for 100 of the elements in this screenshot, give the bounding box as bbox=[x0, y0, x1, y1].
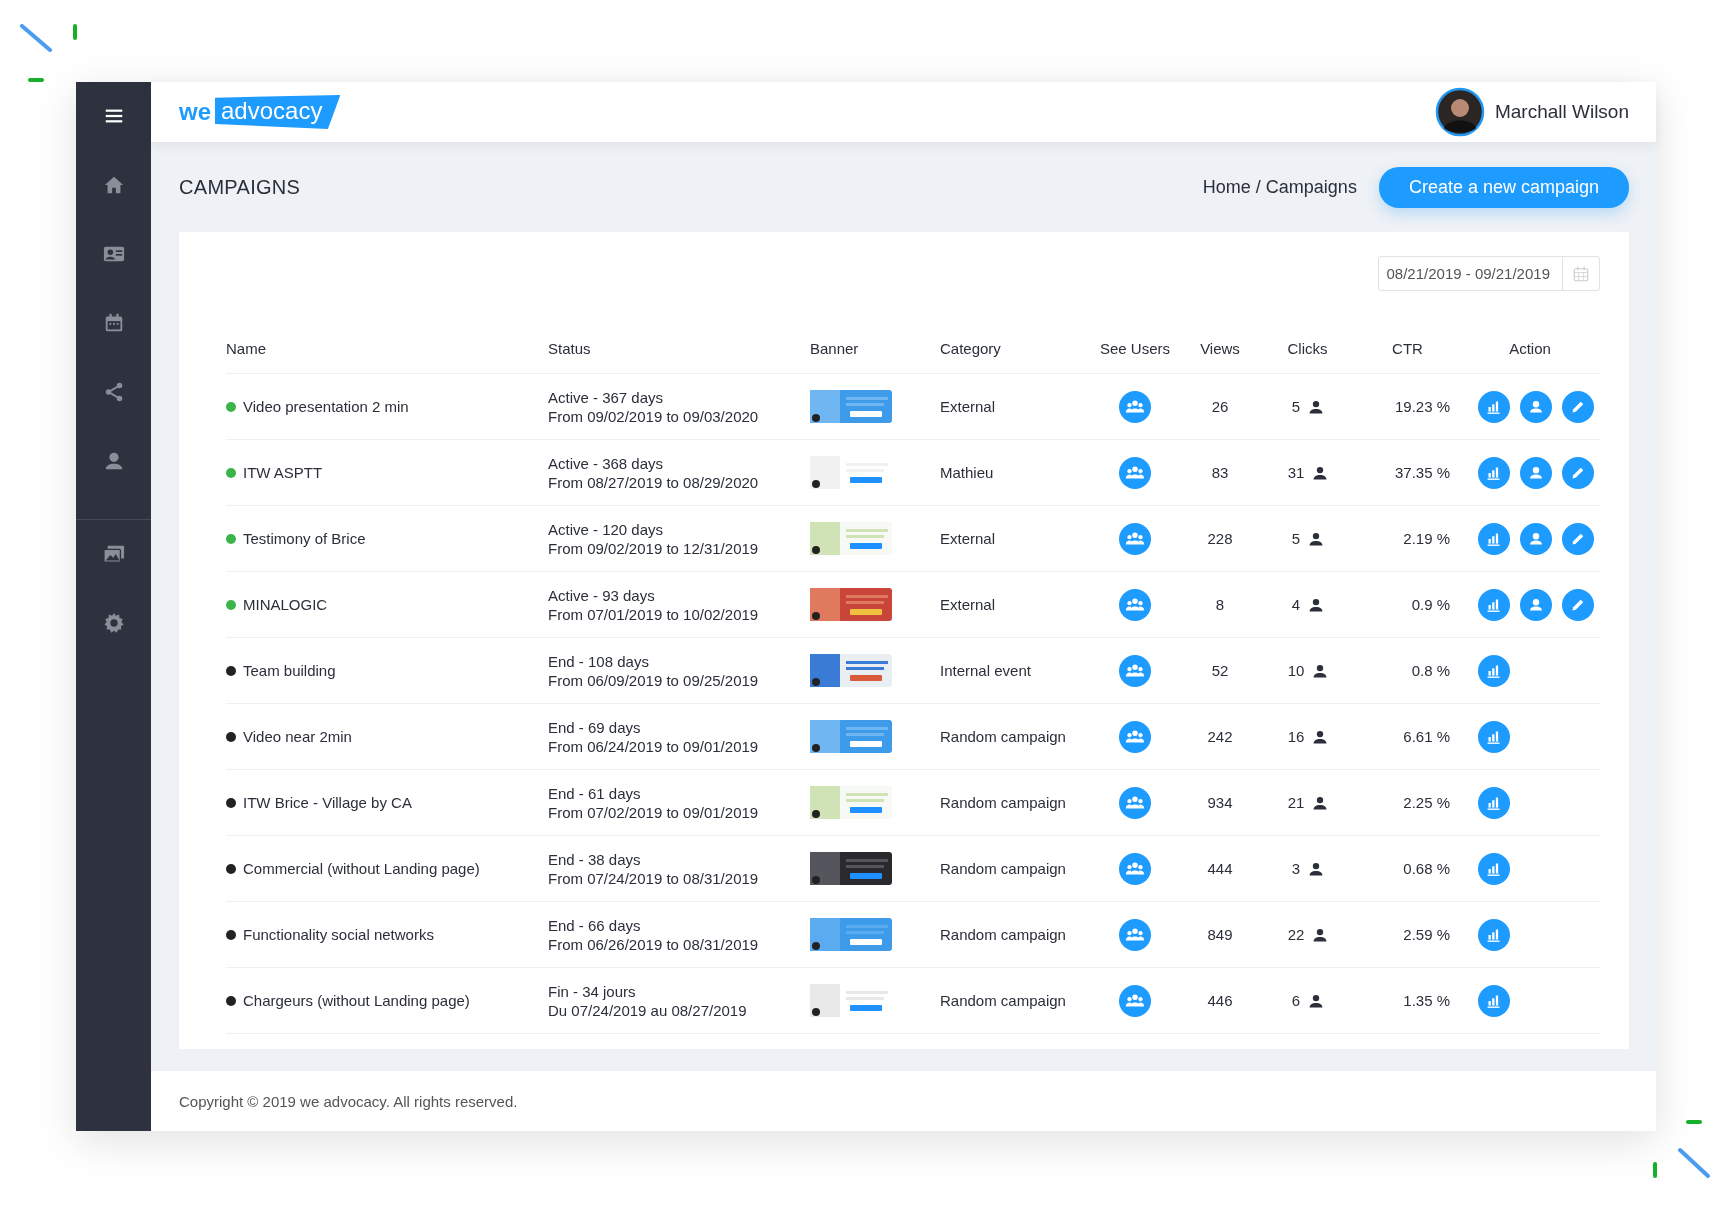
status-text: End - 61 days bbox=[548, 784, 641, 802]
column-header: Name bbox=[226, 339, 267, 357]
person-icon bbox=[1309, 531, 1324, 546]
user-button[interactable] bbox=[1520, 390, 1552, 423]
category-text: Mathieu bbox=[940, 464, 994, 481]
column-header: See Users bbox=[1099, 339, 1171, 357]
see-users-button[interactable] bbox=[1119, 984, 1151, 1017]
category-text: Random campaign bbox=[940, 926, 1066, 943]
copyright-text: Copyright © 2019 we advocacy. All rights reserved. bbox=[179, 1092, 518, 1110]
campaign-name[interactable]: ITW ASPTT bbox=[243, 464, 323, 481]
campaign-name[interactable]: MINALOGIC bbox=[243, 596, 328, 613]
status-text: End - 69 days bbox=[548, 718, 641, 736]
person-icon bbox=[1309, 993, 1324, 1008]
edit-button[interactable] bbox=[1562, 588, 1594, 621]
views-count: 228 bbox=[1207, 530, 1233, 547]
status-text: End - 108 days bbox=[548, 652, 649, 670]
stats-button[interactable] bbox=[1478, 522, 1510, 555]
ctr-value: 2.19 % bbox=[1403, 530, 1450, 547]
person-icon bbox=[1313, 795, 1328, 810]
see-users-button[interactable] bbox=[1119, 720, 1151, 753]
period-text: From 06/24/2019 to 09/01/2019 bbox=[548, 737, 759, 755]
stats-button[interactable] bbox=[1478, 456, 1510, 489]
see-users-button[interactable] bbox=[1119, 522, 1151, 555]
stats-button[interactable] bbox=[1478, 588, 1510, 621]
stats-button[interactable] bbox=[1478, 918, 1510, 951]
see-users-button[interactable] bbox=[1119, 654, 1151, 687]
stats-button[interactable] bbox=[1478, 852, 1510, 885]
campaign-name[interactable]: Video near 2min bbox=[243, 728, 352, 745]
period-text: From 09/02/2019 to 09/03/2020 bbox=[548, 407, 759, 425]
category-text: Random campaign bbox=[940, 992, 1066, 1009]
campaign-name[interactable]: Chargeurs (without Landing page) bbox=[243, 992, 470, 1009]
stats-button[interactable] bbox=[1478, 390, 1510, 423]
period-text: From 09/02/2019 to 12/31/2019 bbox=[548, 539, 759, 557]
stats-button[interactable] bbox=[1478, 654, 1510, 687]
category-text: Internal event bbox=[940, 662, 1031, 679]
user-button[interactable] bbox=[1520, 588, 1552, 621]
category-text: Random campaign bbox=[940, 794, 1066, 811]
views-count: 8 bbox=[1215, 596, 1225, 613]
column-header: Category bbox=[940, 339, 1002, 357]
ctr-value: 0.8 % bbox=[1411, 662, 1450, 679]
see-users-button[interactable] bbox=[1119, 918, 1151, 951]
ctr-value: 1.35 % bbox=[1403, 992, 1450, 1009]
views-count: 83 bbox=[1211, 464, 1229, 481]
views-count: 52 bbox=[1211, 662, 1229, 679]
period-text: From 06/09/2019 to 09/25/2019 bbox=[548, 671, 759, 689]
person-icon bbox=[1313, 663, 1328, 678]
page-title: CAMPAIGNS bbox=[179, 175, 301, 199]
see-users-button[interactable] bbox=[1119, 390, 1151, 423]
clicks-count: 22 bbox=[1287, 926, 1305, 943]
views-count: 444 bbox=[1207, 860, 1233, 877]
stats-button[interactable] bbox=[1478, 984, 1510, 1017]
settings-icon[interactable] bbox=[102, 612, 125, 634]
clicks-count: 21 bbox=[1287, 794, 1305, 811]
campaign-name[interactable]: Team building bbox=[243, 662, 336, 679]
column-header: CTR bbox=[1391, 339, 1424, 357]
see-users-button[interactable] bbox=[1119, 456, 1151, 489]
stats-button[interactable] bbox=[1478, 786, 1510, 819]
home-icon[interactable] bbox=[102, 174, 125, 196]
status-text: End - 66 days bbox=[548, 916, 641, 934]
period-text: From 06/26/2019 to 08/31/2019 bbox=[548, 935, 759, 953]
campaign-name[interactable]: Functionality social networks bbox=[243, 926, 434, 943]
campaign-name[interactable]: Testimony of Brice bbox=[243, 530, 366, 547]
user-button[interactable] bbox=[1520, 522, 1552, 555]
category-text: External bbox=[940, 596, 996, 613]
status-text: Active - 368 days bbox=[548, 454, 664, 472]
clicks-count: 3 bbox=[1291, 860, 1301, 877]
edit-button[interactable] bbox=[1562, 522, 1594, 555]
edit-button[interactable] bbox=[1562, 456, 1594, 489]
see-users-button[interactable] bbox=[1119, 786, 1151, 819]
clicks-count: 5 bbox=[1291, 530, 1301, 547]
campaign-name[interactable]: Video presentation 2 min bbox=[243, 398, 409, 415]
column-header: Clicks bbox=[1286, 339, 1329, 357]
images-icon[interactable] bbox=[102, 543, 125, 565]
person-icon bbox=[1309, 399, 1324, 414]
user-name[interactable]: Marchall Wilson bbox=[1494, 101, 1629, 123]
views-count: 446 bbox=[1207, 992, 1233, 1009]
campaign-name[interactable]: ITW Brice - Village by CA bbox=[243, 794, 412, 811]
clicks-count: 5 bbox=[1291, 398, 1301, 415]
views-count: 26 bbox=[1211, 398, 1229, 415]
person-icon bbox=[1313, 927, 1328, 942]
status-text: Active - 120 days bbox=[548, 520, 664, 538]
category-text: Random campaign bbox=[940, 728, 1066, 745]
views-count: 242 bbox=[1207, 728, 1233, 745]
avatar-icon[interactable] bbox=[1434, 87, 1485, 137]
stats-button[interactable] bbox=[1478, 720, 1510, 753]
edit-button[interactable] bbox=[1562, 390, 1594, 423]
ctr-value: 0.9 % bbox=[1411, 596, 1450, 613]
date-range-field[interactable]: 08/21/2019 - 09/21/2019 bbox=[1377, 256, 1600, 291]
person-icon bbox=[1313, 465, 1328, 480]
see-users-button[interactable] bbox=[1119, 588, 1151, 621]
period-text: From 08/27/2019 to 08/29/2020 bbox=[548, 473, 759, 491]
user-button[interactable] bbox=[1520, 456, 1552, 489]
category-text: Random campaign bbox=[940, 860, 1066, 877]
column-header: Action bbox=[1508, 339, 1552, 357]
period-text: From 07/24/2019 to 08/31/2019 bbox=[548, 869, 759, 887]
campaign-name[interactable]: Commercial (without Landing page) bbox=[243, 860, 480, 877]
see-users-button[interactable] bbox=[1119, 852, 1151, 885]
clicks-count: 31 bbox=[1287, 464, 1305, 481]
status-text: Fin - 34 jours bbox=[548, 982, 636, 1000]
ctr-value: 6.61 % bbox=[1403, 728, 1450, 745]
